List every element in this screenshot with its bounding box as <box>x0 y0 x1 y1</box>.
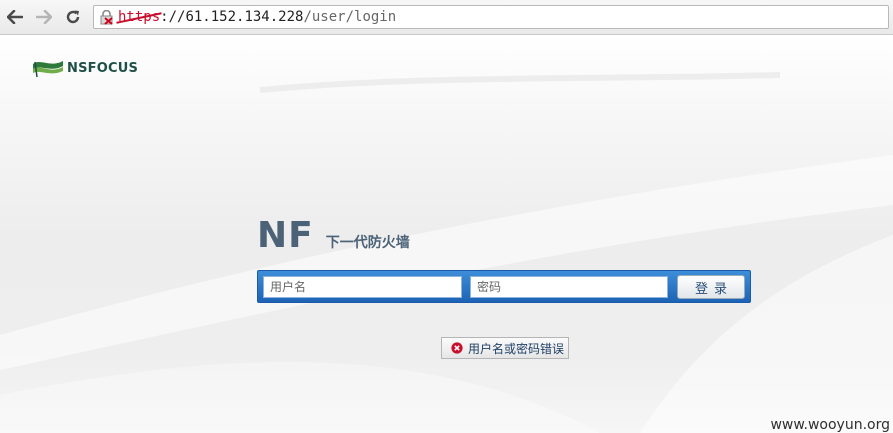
password-input[interactable] <box>470 276 668 298</box>
forward-arrow-icon <box>36 10 52 24</box>
reload-icon <box>66 10 80 24</box>
broken-lock-icon <box>100 10 113 25</box>
watermark: www.wooyun.org <box>770 417 890 433</box>
nsfocus-flag-icon <box>33 61 63 78</box>
browser-toolbar: https://61.152.134.228/user/login <box>0 0 893 35</box>
error-message: 用户名或密码错误 <box>441 337 569 359</box>
reload-button[interactable] <box>61 5 85 29</box>
product-logo-text: NF <box>257 215 314 256</box>
address-bar[interactable]: https://61.152.134.228/user/login <box>93 5 889 29</box>
nsfocus-logo: NSFOCUS <box>32 57 138 79</box>
back-button[interactable] <box>3 5 27 29</box>
back-arrow-icon <box>7 10 23 24</box>
product-subtitle: 下一代防火墙 <box>325 235 410 251</box>
error-icon <box>451 342 463 354</box>
brand-name: NSFOCUS <box>67 60 139 76</box>
login-form: 登录 <box>257 270 751 303</box>
login-button[interactable]: 登录 <box>677 275 745 299</box>
username-input[interactable] <box>263 276 462 298</box>
url-path: /user/login <box>303 9 397 25</box>
url-scheme: https <box>118 9 161 25</box>
forward-button[interactable] <box>32 5 56 29</box>
url-host: ://61.152.134.228 <box>160 9 304 25</box>
background-swoosh <box>0 72 893 433</box>
product-title: NF 下一代防火墙 <box>257 218 410 254</box>
error-text: 用户名或密码错误 <box>468 341 565 356</box>
url-text: https://61.152.134.228/user/login <box>118 8 396 26</box>
login-page: NSFOCUS NF 下一代防火墙 登录 用户名或密码错误 www.wooyun… <box>0 35 893 433</box>
